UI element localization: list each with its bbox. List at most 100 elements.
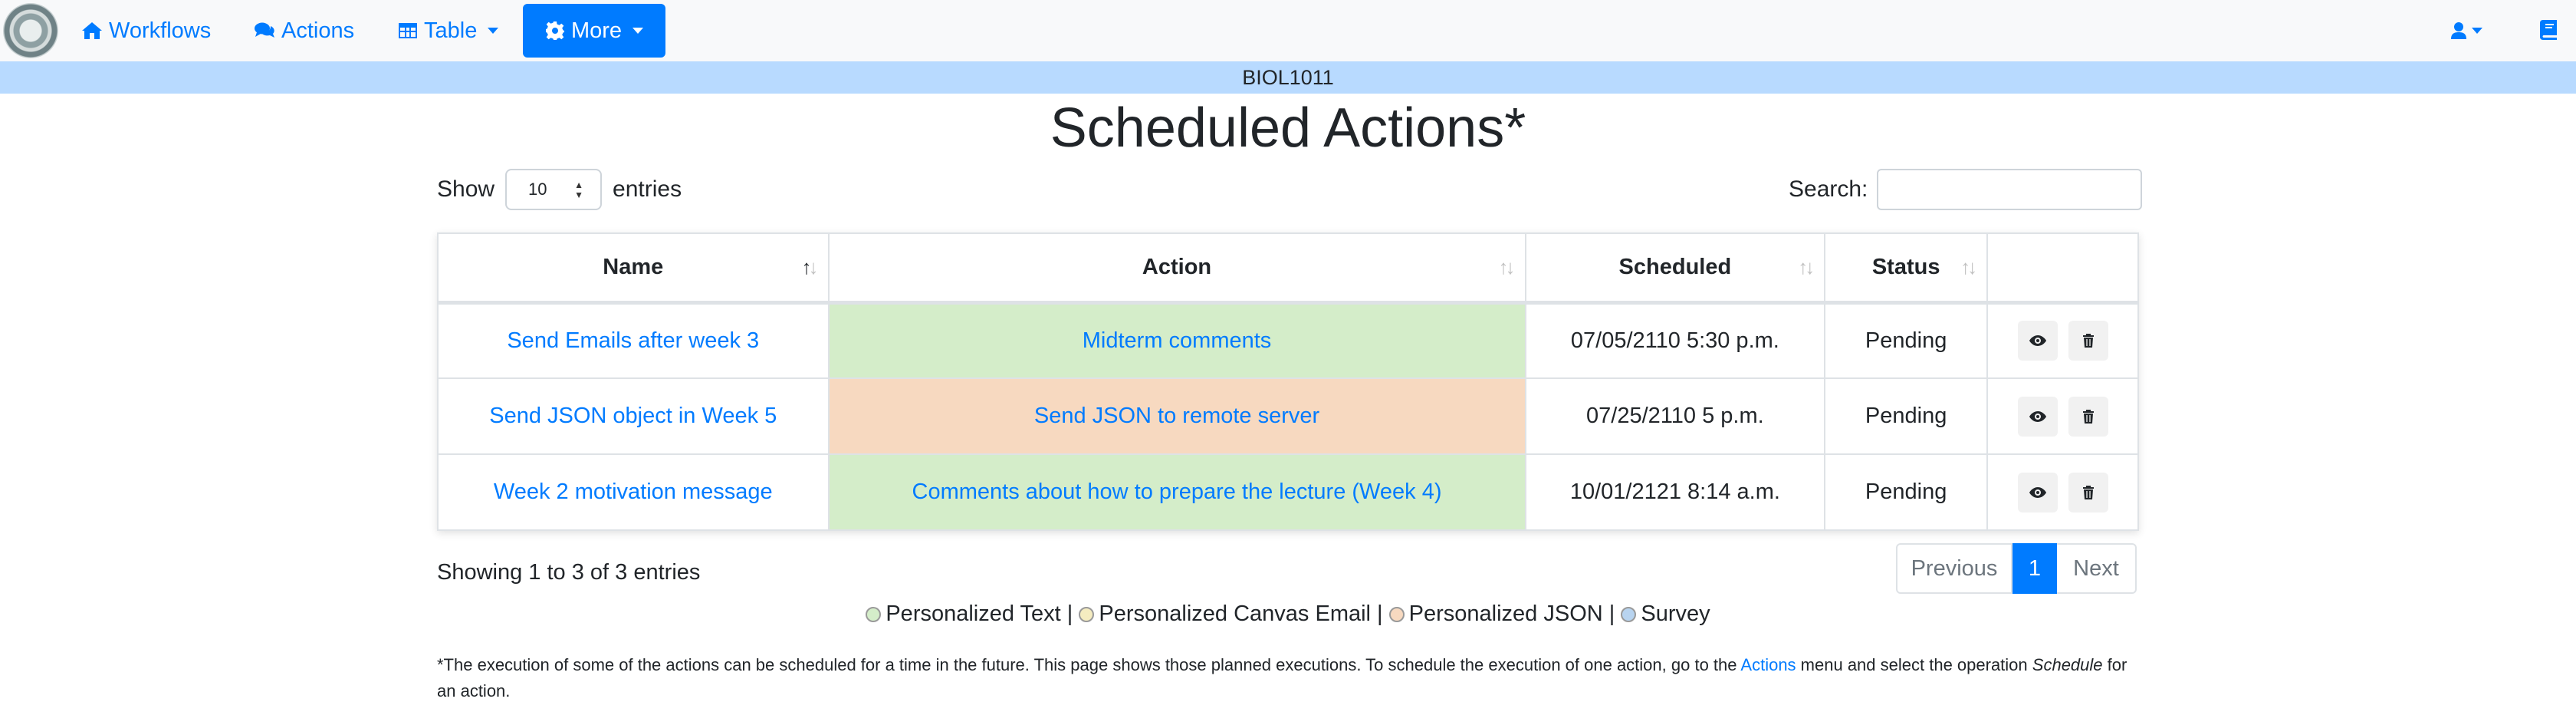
nav-workflows-label: Workflows xyxy=(109,18,212,43)
course-name-bar: BIOL1011 xyxy=(0,61,2576,94)
cell-scheduled: 10/01/2121 8:14 a.m. xyxy=(1524,453,1826,531)
column-header-status[interactable]: Status ↑↓ xyxy=(1824,232,1989,305)
action-link[interactable]: Midterm comments xyxy=(1083,328,1272,353)
chevron-down-icon xyxy=(2472,28,2482,34)
home-icon xyxy=(82,22,102,39)
search-label: Search: xyxy=(1789,176,1868,202)
sort-icon: ↑↓ xyxy=(1960,255,1977,278)
footnote-text: menu and select the operation xyxy=(1796,655,2032,674)
legend-swatch-icon xyxy=(866,607,882,622)
eye-icon xyxy=(2029,335,2046,347)
legend-separator: | xyxy=(1060,601,1079,626)
view-button[interactable] xyxy=(2017,396,2058,437)
footnote: *The execution of some of the actions ca… xyxy=(437,652,2139,702)
scheduled-actions-table: Name ↑↓ Action ↑↓ Scheduled ↑↓ Status ↑↓… xyxy=(437,232,2139,531)
legend-label: Personalized Canvas Email xyxy=(1099,601,1371,626)
pagination-page-1[interactable]: 1 xyxy=(2013,543,2057,594)
nav-table-label: Table xyxy=(424,18,478,43)
pagination-next[interactable]: Next xyxy=(2057,543,2137,594)
legend-label: Survey xyxy=(1641,601,1710,626)
sort-icon: ↑↓ xyxy=(1798,255,1815,278)
cell-scheduled: 07/05/2110 5:30 p.m. xyxy=(1524,302,1826,379)
user-icon xyxy=(2451,22,2466,39)
table-icon xyxy=(399,23,417,38)
view-button[interactable] xyxy=(2017,472,2058,512)
cell-name: Week 2 motivation message xyxy=(437,453,830,531)
chevron-down-icon xyxy=(488,28,499,34)
schedule-name-link[interactable]: Send Emails after week 3 xyxy=(507,328,759,353)
user-menu-dropdown[interactable] xyxy=(2450,19,2482,42)
schedule-name-link[interactable]: Send JSON object in Week 5 xyxy=(489,404,777,428)
column-header-action[interactable]: Action ↑↓ xyxy=(827,232,1526,305)
cell-status: Pending xyxy=(1824,302,1989,379)
table-row: Send JSON object in Week 5 Send JSON to … xyxy=(437,377,2139,455)
legend-item: Survey xyxy=(1621,601,1710,626)
nav-more-dropdown[interactable]: More xyxy=(523,4,665,58)
cell-status: Pending xyxy=(1824,377,1989,455)
cell-action: Send JSON to remote server xyxy=(827,377,1526,455)
view-button[interactable] xyxy=(2017,321,2058,361)
action-link[interactable]: Comments about how to prepare the lectur… xyxy=(912,480,1442,504)
cell-operations xyxy=(1986,453,2139,531)
table-row: Send Emails after week 3 Midterm comment… xyxy=(437,302,2139,379)
legend-item: Personalized Canvas Email xyxy=(1079,601,1371,626)
gear-icon xyxy=(545,21,564,40)
legend-separator: | xyxy=(1371,601,1389,626)
delete-button[interactable] xyxy=(2068,321,2108,361)
cell-operations xyxy=(1986,302,2139,379)
trash-icon xyxy=(2082,485,2094,499)
cell-operations xyxy=(1986,377,2139,455)
entries-label: entries xyxy=(613,176,682,202)
cell-status: Pending xyxy=(1824,453,1989,531)
trash-icon xyxy=(2082,409,2094,424)
nav-more-label: More xyxy=(570,18,623,43)
chevron-down-icon xyxy=(632,28,644,34)
legend-swatch-icon xyxy=(1079,607,1095,622)
app-logo[interactable] xyxy=(3,3,58,58)
footnote-text: *The execution of some of the actions ca… xyxy=(437,655,1741,674)
action-type-legend: Personalized Text | Personalized Canvas … xyxy=(0,598,2576,629)
legend-separator: | xyxy=(1602,601,1622,626)
search-input[interactable] xyxy=(1877,169,2143,210)
column-header-name-label: Name xyxy=(603,254,664,279)
column-header-operations xyxy=(1986,232,2139,305)
column-header-scheduled-label: Scheduled xyxy=(1618,254,1732,279)
cell-action: Midterm comments xyxy=(827,302,1526,379)
column-header-status-label: Status xyxy=(1871,254,1940,279)
action-link[interactable]: Send JSON to remote server xyxy=(1034,404,1319,428)
cell-name: Send JSON object in Week 5 xyxy=(437,377,830,455)
delete-button[interactable] xyxy=(2068,396,2108,437)
cell-action: Comments about how to prepare the lectur… xyxy=(827,453,1526,531)
table-info-text: Showing 1 to 3 of 3 entries xyxy=(437,560,701,585)
entries-per-page-select[interactable]: 10 ▲ ▼ xyxy=(505,169,603,210)
legend-label: Personalized JSON xyxy=(1408,601,1603,626)
pagination: Previous 1 Next xyxy=(1896,543,2137,594)
sort-ascending-icon: ↑↓ xyxy=(801,255,819,278)
book-icon[interactable] xyxy=(2539,19,2558,44)
navbar: Workflows Actions Table More xyxy=(0,0,2576,61)
delete-button[interactable] xyxy=(2068,472,2108,512)
sort-icon: ↑↓ xyxy=(1498,255,1516,278)
nav-table-dropdown[interactable]: Table xyxy=(398,17,499,44)
pagination-previous[interactable]: Previous xyxy=(1896,543,2013,594)
table-row: Week 2 motivation message Comments about… xyxy=(437,453,2139,531)
cell-name: Send Emails after week 3 xyxy=(437,302,830,379)
cell-scheduled: 07/25/2110 5 p.m. xyxy=(1524,377,1826,455)
select-arrows-icon: ▲ ▼ xyxy=(574,180,584,200)
nav-actions[interactable]: Actions xyxy=(254,17,354,44)
comments-icon xyxy=(255,22,274,38)
show-label: Show xyxy=(437,176,495,202)
search-control: Search: xyxy=(1789,169,2143,210)
legend-swatch-icon xyxy=(1621,607,1637,622)
footnote-emphasis: Schedule xyxy=(2032,655,2103,674)
legend-label: Personalized Text xyxy=(886,601,1061,626)
column-header-name[interactable]: Name ↑↓ xyxy=(437,232,830,305)
entries-length-control: Show 10 ▲ ▼ entries xyxy=(437,169,682,210)
column-header-scheduled[interactable]: Scheduled ↑↓ xyxy=(1524,232,1826,305)
nav-workflows[interactable]: Workflows xyxy=(81,17,211,44)
page-title: Scheduled Actions* xyxy=(1050,97,1526,159)
column-header-action-label: Action xyxy=(1142,254,1212,279)
schedule-name-link[interactable]: Week 2 motivation message xyxy=(494,480,773,504)
footnote-actions-link[interactable]: Actions xyxy=(1740,655,1796,674)
nav-actions-label: Actions xyxy=(281,18,355,43)
